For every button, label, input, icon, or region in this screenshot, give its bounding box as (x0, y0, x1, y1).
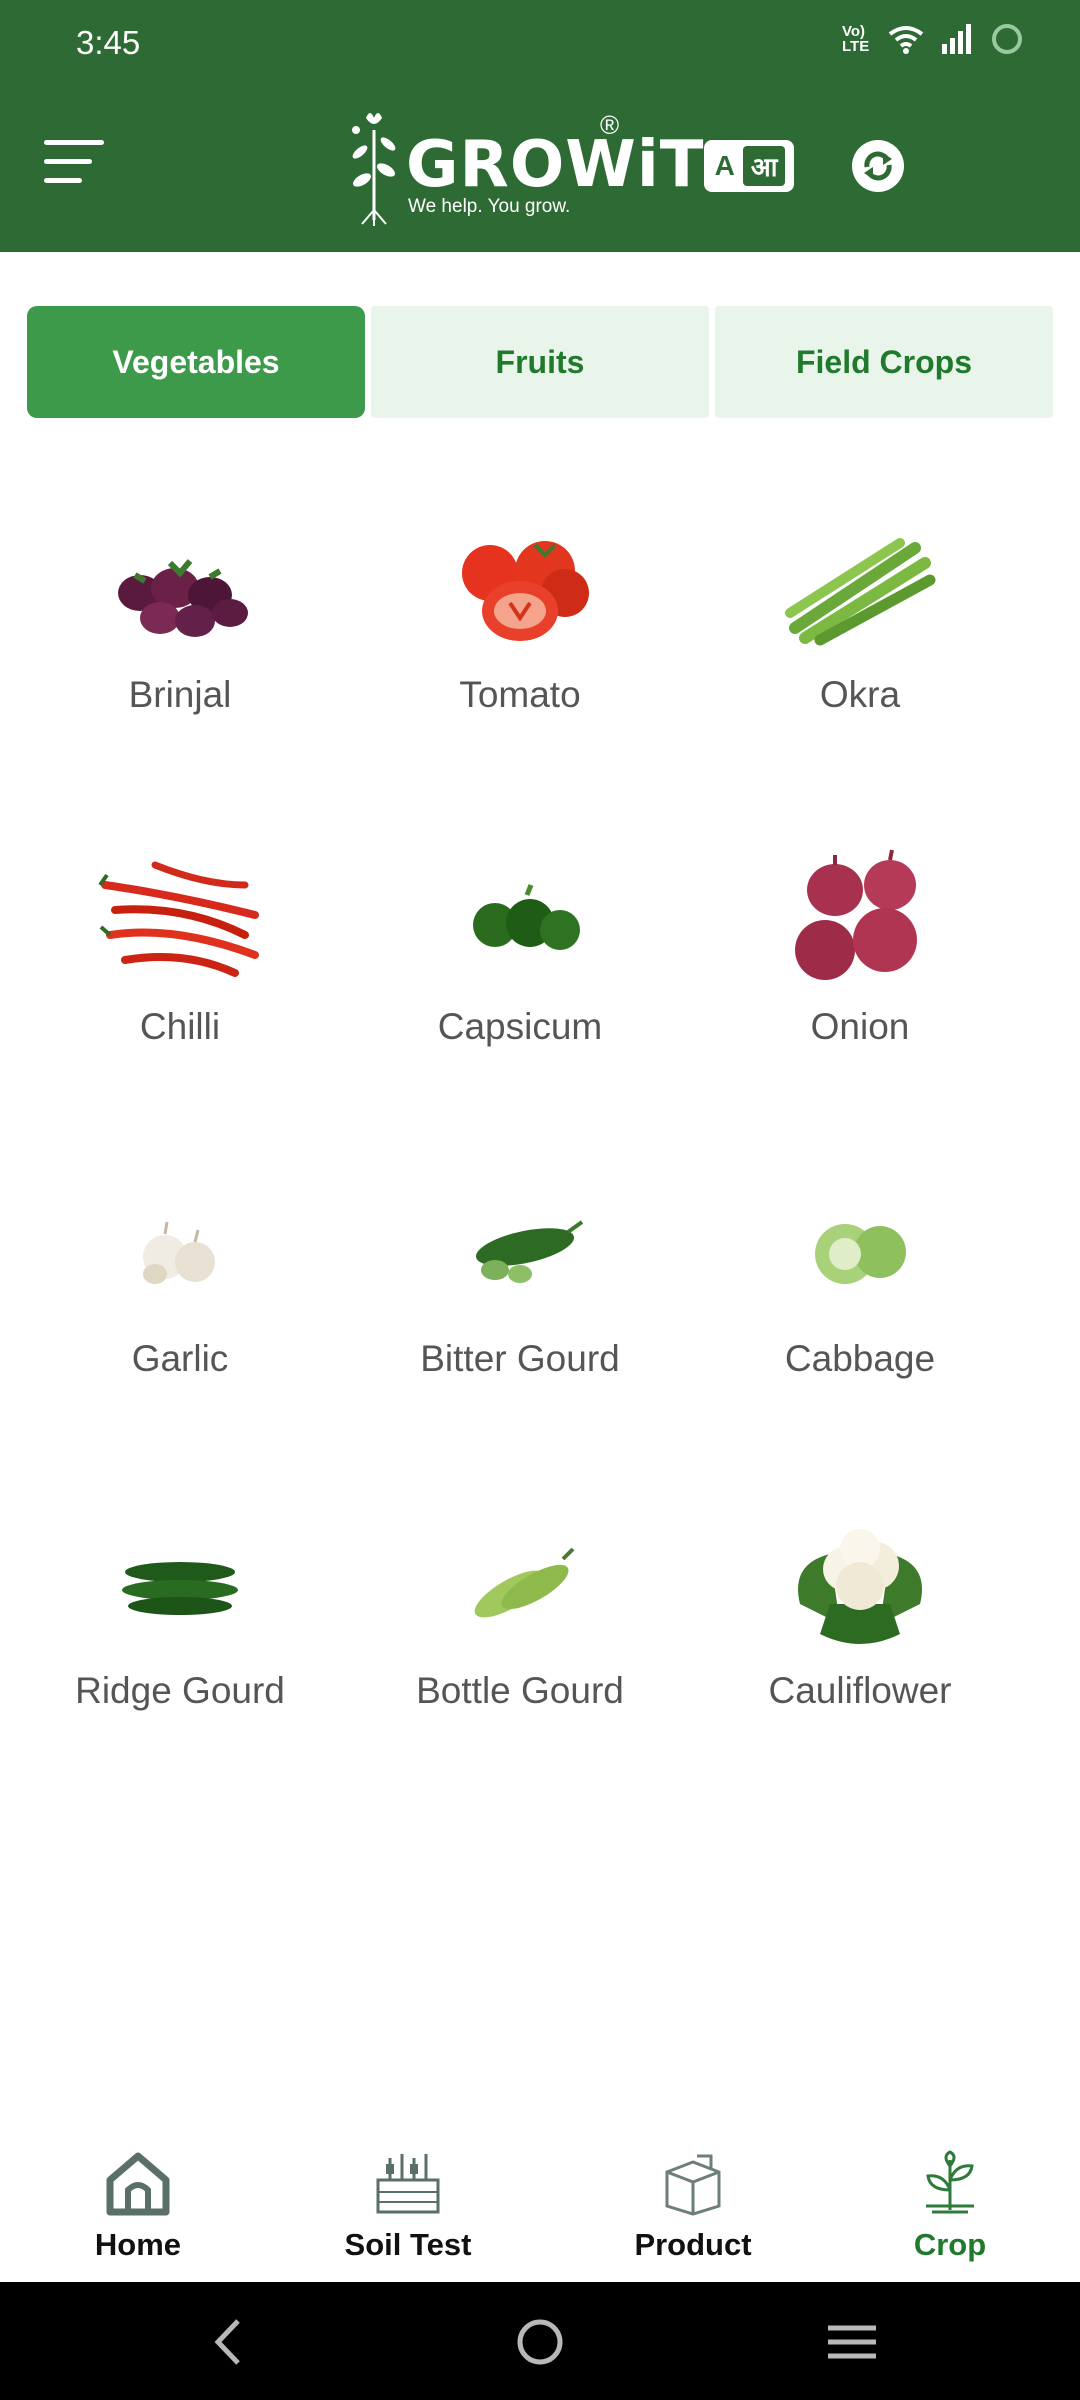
logo-tagline: We help. You grow. (408, 196, 571, 217)
ridge-gourd-icon (95, 1514, 265, 1654)
crop-item-cauliflower[interactable]: Cauliflower (680, 1496, 1040, 1756)
onion-icon (775, 849, 945, 990)
crop-label: Bitter Gourd (420, 1338, 620, 1379)
bottom-navigation: Home Soil Test Product Crop (0, 2130, 1080, 2282)
crop-label: Tomato (459, 674, 581, 715)
crop-item-chilli[interactable]: Chilli (0, 832, 360, 1092)
crop-item-capsicum[interactable]: Capsicum (340, 832, 700, 1092)
tab-field-crops[interactable]: Field Crops (715, 306, 1053, 418)
crop-label: Bottle Gourd (416, 1670, 624, 1711)
crop-item-onion[interactable]: Onion (680, 832, 1040, 1092)
crop-label: Onion (810, 1006, 910, 1047)
okra-icon (775, 518, 945, 658)
recents-lines-icon (828, 2325, 876, 2359)
back-chevron-icon (214, 2319, 240, 2365)
home-circle-icon (517, 2319, 563, 2365)
logo-sprout-icon (352, 113, 396, 226)
crop-item-bottle-gourd[interactable]: Bottle Gourd (340, 1496, 700, 1756)
crop-label: Cabbage (784, 1338, 936, 1379)
status-time: 3:45 (76, 24, 141, 61)
crop-item-bitter-gourd[interactable]: Bitter Gourd (340, 1164, 700, 1424)
menu-line (44, 159, 92, 164)
logo-wordmark: GROWiT (406, 128, 705, 202)
crop-label: Chilli (139, 1006, 221, 1047)
brinjal-icon (95, 518, 265, 658)
crop-label: Cauliflower (768, 1670, 952, 1711)
crop-item-tomato[interactable]: Tomato (340, 500, 700, 760)
nav-soil-test-label: Soil Test (344, 2227, 472, 2262)
nav-home[interactable]: Home (48, 2150, 228, 2263)
nav-crop-label: Crop (913, 2227, 987, 2262)
home-icon (106, 2152, 170, 2216)
growit-logo: GROWiT ® We help. You grow. (344, 100, 703, 226)
crop-item-garlic[interactable]: Garlic (0, 1164, 360, 1424)
nav-home-label: Home (94, 2227, 182, 2262)
chilli-icon (95, 850, 265, 990)
tomato-icon (435, 518, 605, 658)
wifi-icon (888, 26, 924, 54)
system-back-button[interactable] (198, 2312, 258, 2372)
menu-line (44, 178, 82, 183)
category-tabs: Vegetables Fruits Field Crops (27, 306, 1053, 418)
volte-icon: Vo) LTE (842, 23, 870, 55)
crop-item-cabbage[interactable]: Cabbage (680, 1164, 1040, 1424)
refresh-icon (864, 151, 892, 181)
signal-icon (942, 24, 971, 54)
nav-crop[interactable]: Crop (860, 2150, 1040, 2263)
menu-line (44, 140, 104, 145)
product-box-icon (665, 2154, 721, 2216)
battery-ring-icon (992, 24, 1022, 54)
nav-product[interactable]: Product (603, 2150, 783, 2263)
bitter-gourd-icon (435, 1182, 605, 1322)
status-icons: Vo) LTE (842, 22, 1024, 56)
system-navigation-bar (0, 2282, 1080, 2400)
cauliflower-icon (775, 1514, 945, 1654)
crop-item-brinjal[interactable]: Brinjal (0, 500, 360, 760)
crop-item-okra[interactable]: Okra (680, 500, 1040, 760)
tab-fruits[interactable]: Fruits (371, 306, 709, 418)
bottle-gourd-icon (435, 1514, 605, 1654)
crop-label: Okra (819, 674, 901, 715)
tab-vegetables[interactable]: Vegetables (27, 306, 365, 418)
crop-label: Brinjal (128, 674, 232, 715)
menu-button[interactable] (44, 140, 108, 190)
nav-product-label: Product (634, 2227, 752, 2262)
nav-soil-test[interactable]: Soil Test (318, 2150, 498, 2263)
crop-item-ridge-gourd[interactable]: Ridge Gourd (0, 1496, 360, 1756)
crop-label: Garlic (131, 1338, 229, 1379)
sync-button[interactable] (852, 140, 904, 192)
lang-hindi-label: आ (742, 146, 786, 186)
app-header: 3:45 Vo) LTE GROWiT ® We help. You grow.… (0, 0, 1080, 252)
lang-english-label: A (714, 150, 735, 181)
registered-mark: ® (600, 110, 620, 140)
crop-label: Capsicum (437, 1006, 603, 1047)
system-home-button[interactable] (510, 2312, 570, 2372)
soil-test-icon (376, 2154, 440, 2214)
system-recents-button[interactable] (822, 2312, 882, 2372)
crop-label: Ridge Gourd (75, 1670, 285, 1711)
capsicum-icon (435, 850, 605, 990)
language-toggle-button[interactable]: A आ (704, 140, 794, 192)
cabbage-icon (775, 1182, 945, 1322)
garlic-icon (95, 1182, 265, 1322)
crop-plant-icon (926, 2150, 974, 2214)
